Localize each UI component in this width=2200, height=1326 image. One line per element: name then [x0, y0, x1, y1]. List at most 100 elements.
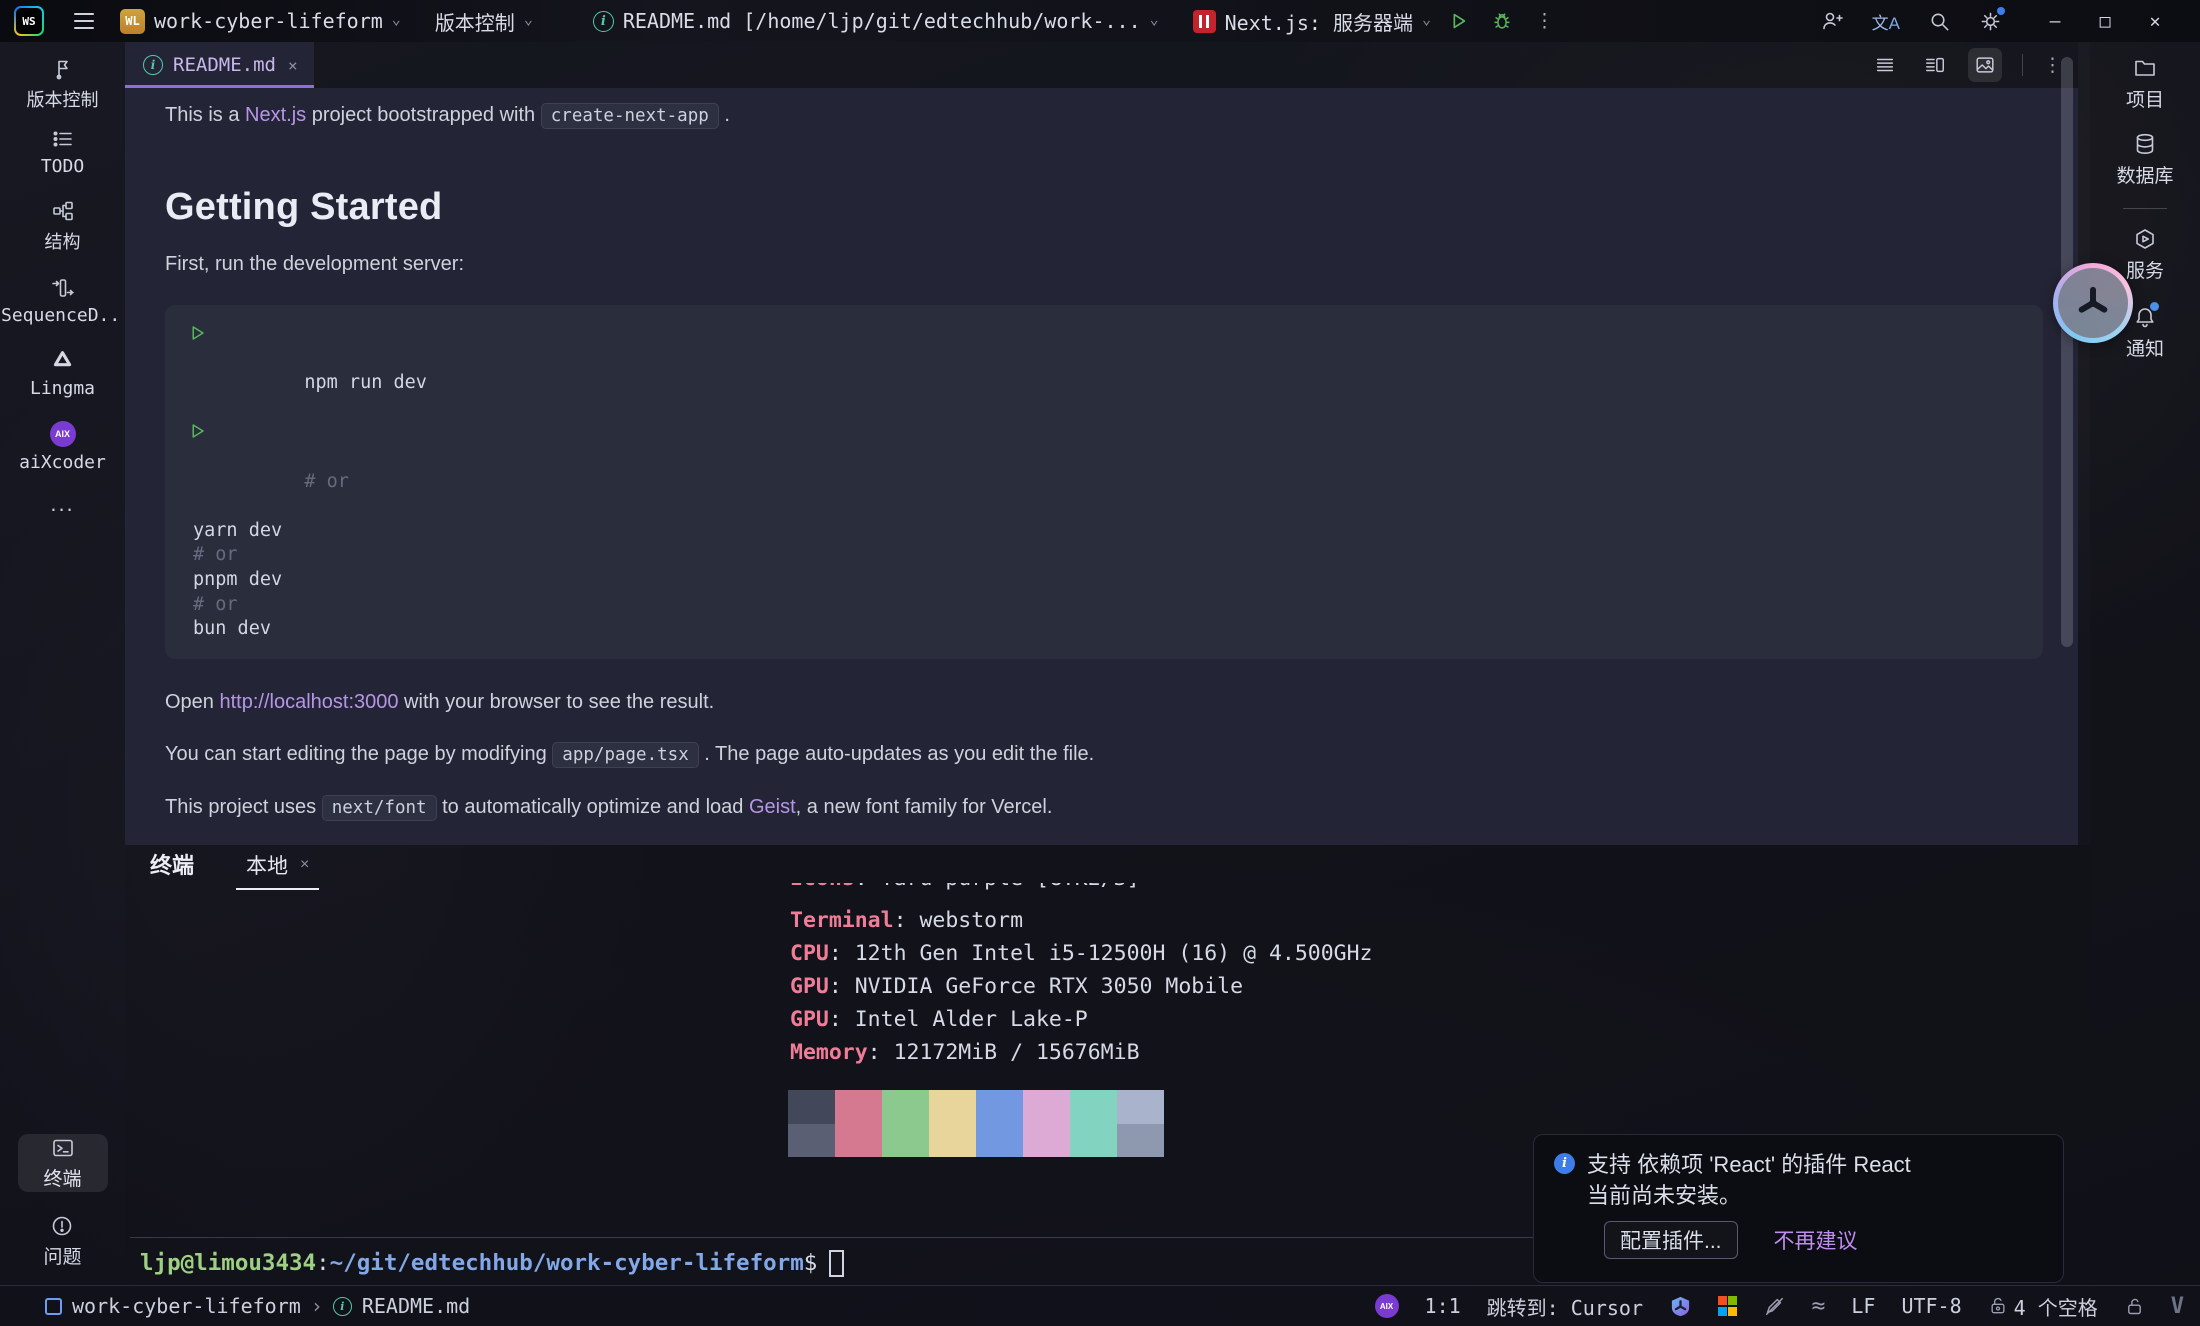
shell-prompt[interactable]: ljp@limou3434:~/git/edtechhub/work-cyber… — [140, 1247, 844, 1280]
folder-icon — [2133, 56, 2157, 80]
palette-cell — [1070, 1090, 1117, 1124]
indent-widget[interactable]: 4 个空格 — [1988, 1292, 2098, 1321]
search-everywhere-icon[interactable] — [1928, 10, 1951, 33]
toolbar-divider — [2022, 54, 2023, 76]
more-tool-windows-icon[interactable]: ... — [50, 491, 74, 517]
vcs-label: 版本控制 — [435, 7, 515, 36]
vim-mode-badge[interactable]: V — [2171, 1294, 2184, 1319]
run-gutter-icon[interactable] — [188, 422, 206, 440]
lingma-status-icon[interactable] — [1669, 1295, 1692, 1318]
lingma-floating-button[interactable] — [2053, 263, 2133, 343]
window-close-button[interactable]: ✕ — [2130, 0, 2180, 42]
terminal-tab-close-icon[interactable]: × — [300, 856, 309, 874]
lingma-icon — [50, 348, 75, 373]
settings-gear-icon[interactable] — [1979, 10, 2002, 33]
debug-button[interactable] — [1491, 10, 1513, 32]
encoding-widget[interactable]: UTF-8 — [1901, 1294, 1961, 1318]
sidebar-item-database[interactable]: 数据库 — [2116, 132, 2173, 188]
sidebar-item-todo[interactable]: TODO — [0, 127, 125, 177]
aixcoder-icon: AIX — [50, 421, 76, 447]
unlock-icon[interactable] — [2124, 1296, 2145, 1317]
code-line: yarn dev — [193, 519, 2015, 544]
code-line: # or — [193, 420, 2015, 518]
sidebar-item-terminal[interactable]: 终端 — [18, 1134, 108, 1192]
source-view-icon[interactable] — [1868, 48, 1902, 82]
editor-scrollbar[interactable] — [2061, 57, 2073, 647]
microsoft-status-icon[interactable] — [1718, 1296, 1738, 1316]
proofreading-icon[interactable]: ≈ — [1811, 1293, 1825, 1319]
code-line: # or — [193, 543, 2015, 568]
file-path-label: README.md [/home/ljp/git/edtechhub/work-… — [623, 9, 1141, 33]
project-badge-icon: WL — [120, 9, 145, 34]
window-maximize-button[interactable]: □ — [2080, 0, 2130, 42]
more-run-actions-icon[interactable]: ⋮ — [1535, 10, 1554, 32]
terminal-line: CPU: 12th Gen Intel i5-12500H (16) @ 4.5… — [790, 937, 1373, 970]
module-icon — [45, 1298, 62, 1315]
palette-cell — [835, 1124, 882, 1158]
palette-cell — [788, 1090, 835, 1124]
palette-cell — [835, 1090, 882, 1124]
sidebar-item-notifications[interactable]: 通知 — [2126, 305, 2164, 361]
run-button[interactable] — [1447, 10, 1469, 32]
aixcoder-status-icon[interactable]: AIX — [1375, 1294, 1399, 1318]
window-minimize-button[interactable]: – — [2030, 0, 2080, 42]
goto-cursor-widget[interactable]: 跳转到: Cursor — [1487, 1292, 1643, 1321]
sidebar-item-lingma[interactable]: Lingma — [0, 348, 125, 399]
code-block: npm run dev # or yarn dev # or pnpm dev … — [165, 305, 2043, 659]
palette-cell — [976, 1124, 1023, 1158]
terminal-color-palette — [788, 1090, 1164, 1157]
readonly-pen-icon[interactable] — [1763, 1295, 1785, 1317]
palette-cell — [929, 1124, 976, 1158]
sidebar-item-sequence-diagram[interactable]: SequenceD... — [0, 276, 125, 326]
sidebar-item-problems[interactable]: 问题 — [43, 1214, 81, 1269]
create-next-app-chip: create-next-app — [541, 103, 719, 129]
sidebar-item-structure[interactable]: 结构 — [0, 199, 125, 254]
main-menu-icon[interactable] — [74, 13, 94, 16]
status-bar: work-cyber-lifeform › i README.md AIX 1:… — [0, 1285, 2200, 1326]
intro-paragraph: This is a Next.js project bootstrapped w… — [165, 102, 2038, 129]
right-tool-stripe: 项目 数据库 服务 通知 — [2090, 42, 2200, 1285]
breadcrumb[interactable]: work-cyber-lifeform › i README.md — [0, 1294, 470, 1318]
sidebar-item-project[interactable]: 项目 — [2126, 56, 2164, 112]
code-with-me-icon[interactable] — [1820, 9, 1844, 33]
services-icon — [2133, 227, 2157, 251]
terminal-cursor — [829, 1250, 844, 1277]
database-icon — [2133, 132, 2157, 156]
tab-readme[interactable]: i README.md × — [125, 42, 314, 88]
breadcrumb-file: README.md — [362, 1294, 470, 1318]
terminal-separator — [130, 1237, 1540, 1238]
run-config-widget[interactable]: Next.js: 服务器端 ⌄ — [1193, 7, 1431, 36]
run-gutter-icon[interactable] — [188, 324, 206, 342]
terminal-panel-title: 终端 — [150, 848, 194, 880]
sidebar-item-services[interactable]: 服务 — [2126, 227, 2164, 283]
dev-server-paragraph: First, run the development server: — [165, 251, 2038, 277]
terminal-tab-local[interactable]: 本地 × — [236, 850, 319, 890]
webstorm-logo-icon[interactable]: WS — [14, 6, 44, 36]
geist-link[interactable]: Geist — [749, 796, 796, 818]
dismiss-suggestion-link[interactable]: 不再建议 — [1774, 1225, 1858, 1255]
project-widget[interactable]: WL work-cyber-lifeform ⌄ — [120, 9, 401, 34]
preview-view-icon[interactable] — [1968, 48, 2002, 82]
stripe-divider — [2123, 208, 2167, 209]
localhost-link[interactable]: http://localhost:3000 — [219, 691, 398, 713]
editor-more-options-icon[interactable]: ⋮ — [2043, 54, 2062, 77]
split-view-icon[interactable] — [1918, 48, 1952, 82]
project-name: work-cyber-lifeform — [154, 9, 383, 33]
caret-position-widget[interactable]: 1:1 — [1425, 1294, 1461, 1318]
structure-icon — [51, 199, 75, 223]
nextjs-link[interactable]: Next.js — [245, 104, 306, 126]
settings-notification-dot — [1997, 7, 2005, 15]
sidebar-item-version-control[interactable]: 版本控制 — [0, 57, 125, 112]
info-icon: i — [1554, 1153, 1575, 1174]
tab-close-icon[interactable]: × — [288, 56, 298, 75]
translate-icon[interactable]: 文A — [1872, 9, 1900, 34]
line-ending-widget[interactable]: LF — [1851, 1294, 1875, 1318]
file-path-widget[interactable]: i README.md [/home/ljp/git/edtechhub/wor… — [593, 9, 1159, 33]
sidebar-item-aixcoder[interactable]: AIX aiXcoder — [0, 421, 125, 473]
vcs-widget[interactable]: 版本控制 ⌄ — [435, 7, 533, 36]
configure-plugins-button[interactable]: 配置插件... — [1604, 1221, 1738, 1259]
title-bar: WS WL work-cyber-lifeform ⌄ 版本控制 ⌄ i REA… — [0, 0, 2200, 42]
vcs-flag-icon — [51, 57, 75, 81]
sequence-diagram-icon — [51, 276, 75, 300]
palette-cell — [882, 1124, 929, 1158]
